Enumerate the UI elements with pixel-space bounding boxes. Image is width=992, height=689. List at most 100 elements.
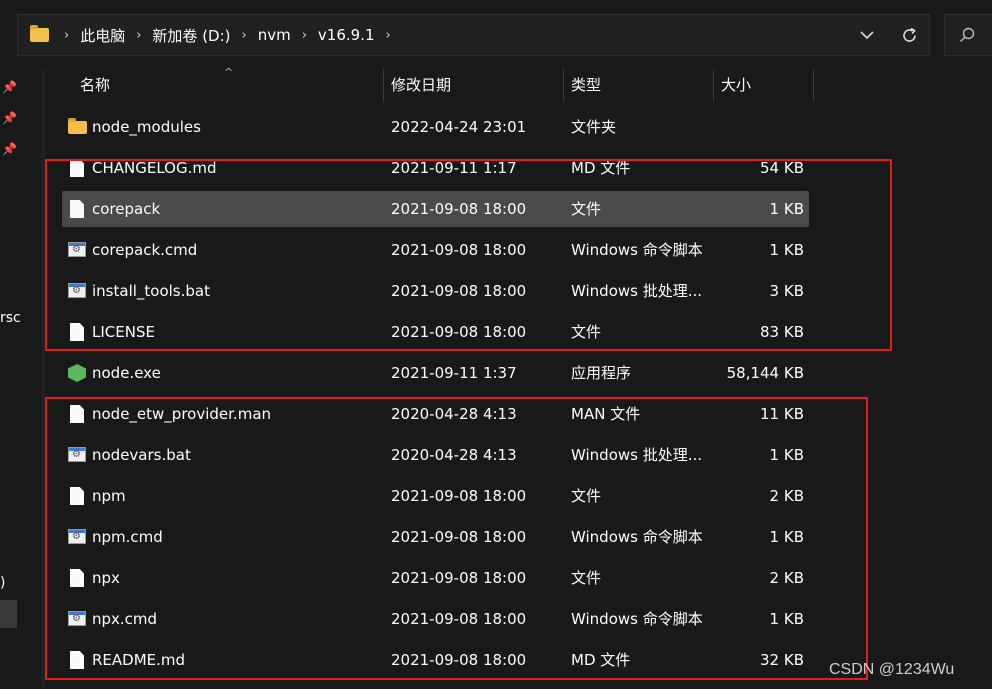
column-header-size[interactable]: 大小 [721,66,751,100]
file-row[interactable]: corepack.cmd 2021-09-08 18:00 Windows 命令脚本… [62,232,809,268]
column-header-date[interactable]: 修改日期 [391,66,451,100]
file-row[interactable]: README.md 2021-09-08 18:00 MD 文件 32 KB [62,642,809,678]
file-type: Windows 批处理... [571,446,703,464]
chevron-right-icon[interactable]: › [242,28,247,43]
navigation-pane: 📌 📌 📌 rsc ) [0,64,46,689]
file-name: npm [92,487,126,505]
file-row[interactable]: npx.cmd 2021-09-08 18:00 Windows 命令脚本 1 KB [62,601,809,637]
file-name: corepack.cmd [92,241,198,259]
file-name: README.md [92,651,186,669]
file-row[interactable]: node_etw_provider.man 2020-04-28 4:13 MAN … [62,396,809,432]
folder-icon [30,25,49,42]
folder-icon [68,118,87,134]
file-modified-date: 2020-04-28 4:13 [391,446,517,464]
breadcrumb-item-version[interactable]: v16.9.1 [318,26,375,44]
file-size: 11 KB [760,405,804,423]
column-divider[interactable] [713,69,714,101]
nav-scrollbar[interactable] [41,70,45,689]
file-type: Windows 命令脚本 [571,528,703,546]
file-icon [70,487,84,505]
column-header-type[interactable]: 类型 [571,66,601,100]
file-modified-date: 2021-09-08 18:00 [391,323,527,341]
nav-item-fragment[interactable]: ) [0,575,5,591]
file-type: Windows 命令脚本 [571,241,703,259]
file-name: npm.cmd [92,528,163,546]
file-modified-date: 2021-09-11 1:37 [391,364,517,382]
file-modified-date: 2021-09-08 18:00 [391,487,527,505]
file-type: Windows 命令脚本 [571,610,703,628]
refresh-button[interactable] [894,15,924,55]
file-row[interactable]: npm.cmd 2021-09-08 18:00 Windows 命令脚本 1 KB [62,519,809,555]
chevron-right-icon[interactable]: › [386,28,391,43]
file-row[interactable]: corepack 2021-09-08 18:00 文件 1 KB [62,191,809,227]
file-type: Windows 批处理... [571,282,703,300]
batch-file-icon [68,529,86,544]
address-bar[interactable]: › 此电脑 › 新加卷 (D:) › nvm › v16.9.1 › [17,14,930,56]
search-box[interactable] [944,14,992,56]
chevron-down-icon [860,30,874,39]
file-modified-date: 2021-09-08 18:00 [391,241,527,259]
chevron-right-icon[interactable]: › [136,28,141,43]
file-modified-date: 2021-09-08 18:00 [391,569,527,587]
column-divider[interactable] [813,69,814,101]
file-row[interactable]: npx 2021-09-08 18:00 文件 2 KB [62,560,809,596]
file-row[interactable]: LICENSE 2021-09-08 18:00 文件 83 KB [62,314,809,350]
nav-item-fragment[interactable]: rsc [0,310,21,326]
batch-file-icon [68,283,86,298]
file-row[interactable]: node.exe 2021-09-11 1:37 应用程序 58,144 KB [62,355,809,391]
file-modified-date: 2021-09-08 18:00 [391,528,527,546]
file-modified-date: 2021-09-08 18:00 [391,651,527,669]
search-icon [960,27,975,42]
file-type: 文件 [571,569,602,587]
file-icon [70,405,84,423]
nav-selected-item[interactable] [0,600,17,628]
file-type: 文件夹 [571,118,617,136]
chevron-right-icon: › [64,27,70,43]
file-type: 文件 [571,323,602,341]
file-size: 1 KB [769,446,804,464]
file-size: 1 KB [769,528,804,546]
file-row[interactable]: npm 2021-09-08 18:00 文件 2 KB [62,478,809,514]
pin-icon[interactable]: 📌 [2,80,17,94]
file-type: 应用程序 [571,364,632,382]
file-row[interactable]: install_tools.bat 2021-09-08 18:00 Windows… [62,273,809,309]
pin-icon[interactable]: 📌 [2,111,17,125]
file-name: npx.cmd [92,610,158,628]
file-row[interactable]: node_modules 2022-04-24 23:01 文件夹 [62,109,809,145]
batch-file-icon [68,447,86,462]
column-header-name[interactable]: 名称 [80,66,110,100]
breadcrumb-item-nvm[interactable]: nvm [258,26,291,44]
file-row[interactable]: nodevars.bat 2020-04-28 4:13 Windows 批处理..… [62,437,809,473]
file-icon [70,159,84,177]
file-icon [70,200,84,218]
file-size: 32 KB [760,651,804,669]
file-type: MD 文件 [571,159,631,177]
file-name: CHANGELOG.md [92,159,217,177]
chevron-right-icon[interactable]: › [302,28,307,43]
breadcrumb-item-this-pc[interactable]: 此电脑 [80,25,125,46]
file-modified-date: 2021-09-11 1:17 [391,159,517,177]
file-name: install_tools.bat [92,282,210,300]
batch-file-icon [68,611,86,626]
pin-icon[interactable]: 📌 [2,142,17,156]
sort-up-icon: ^ [224,66,234,79]
watermark: CSDN @1234Wu [829,661,955,678]
file-size: 58,144 KB [726,364,804,382]
file-icon [70,323,84,341]
file-modified-date: 2021-09-08 18:00 [391,200,527,218]
file-icon [70,569,84,587]
file-modified-date: 2022-04-24 23:01 [391,118,527,136]
batch-file-icon [68,242,86,257]
file-name: corepack [92,200,161,218]
file-name: nodevars.bat [92,446,191,464]
file-name: node_etw_provider.man [92,405,272,423]
column-header: ^ 名称 修改日期 类型 大小 [46,66,992,102]
column-divider[interactable] [563,69,564,101]
file-name: LICENSE [92,323,155,341]
breadcrumb-item-drive-d[interactable]: 新加卷 (D:) [152,25,230,46]
column-divider[interactable] [383,69,384,101]
file-size: 54 KB [760,159,804,177]
file-type: 文件 [571,487,602,505]
address-dropdown-button[interactable] [852,15,882,55]
file-row[interactable]: CHANGELOG.md 2021-09-11 1:17 MD 文件 54 KB [62,150,809,186]
